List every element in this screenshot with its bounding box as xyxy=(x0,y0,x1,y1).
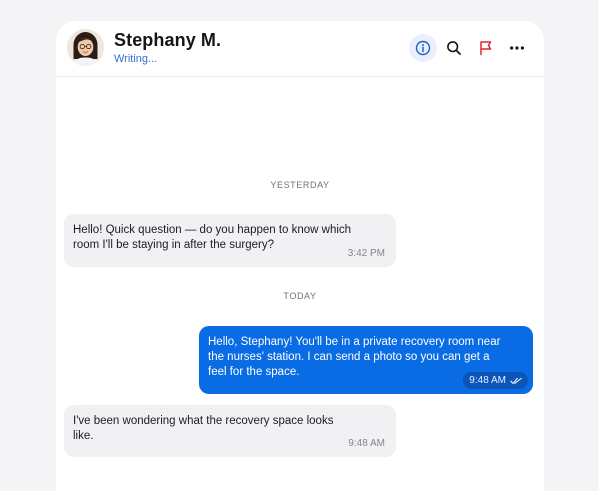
date-separator-yesterday: YESTERDAY xyxy=(270,180,330,190)
contact-name[interactable]: Stephany M. xyxy=(114,30,221,51)
message-text: Hello, Stephany! You'll be in a private … xyxy=(208,336,501,378)
typing-status: Writing... xyxy=(114,53,158,65)
message-text: I've been wondering what the recovery sp… xyxy=(73,415,334,442)
message-time: 9:48 AM xyxy=(469,375,506,386)
outgoing-message[interactable]: Hello, Stephany! You'll be in a private … xyxy=(199,326,533,394)
chat-header: Stephany M. Writing... xyxy=(56,21,544,77)
more-options-button[interactable] xyxy=(503,34,531,62)
message-time: 9:48 AM xyxy=(348,438,385,449)
search-button[interactable] xyxy=(440,34,468,62)
incoming-message[interactable]: I've been wondering what the recovery sp… xyxy=(64,405,396,457)
incoming-message[interactable]: Hello! Quick question — do you happen to… xyxy=(64,214,396,267)
message-list[interactable]: YESTERDAY Hello! Quick question — do you… xyxy=(56,77,544,491)
flag-icon xyxy=(480,41,492,56)
info-button[interactable] xyxy=(409,34,437,62)
avatar[interactable] xyxy=(67,29,104,66)
chat-window: Stephany M. Writing... YESTERDAY Hello! … xyxy=(56,21,544,491)
info-icon xyxy=(415,40,431,56)
search-icon xyxy=(447,41,461,55)
message-time-pill: 9:48 AM xyxy=(463,372,528,389)
avatar-photo xyxy=(67,29,104,66)
message-time: 3:42 PM xyxy=(347,248,385,259)
more-icon xyxy=(510,46,524,50)
flag-button[interactable] xyxy=(472,34,500,62)
date-separator-today: TODAY xyxy=(283,291,317,301)
double-check-icon xyxy=(510,377,522,384)
message-text: Hello! Quick question — do you happen to… xyxy=(73,224,352,251)
